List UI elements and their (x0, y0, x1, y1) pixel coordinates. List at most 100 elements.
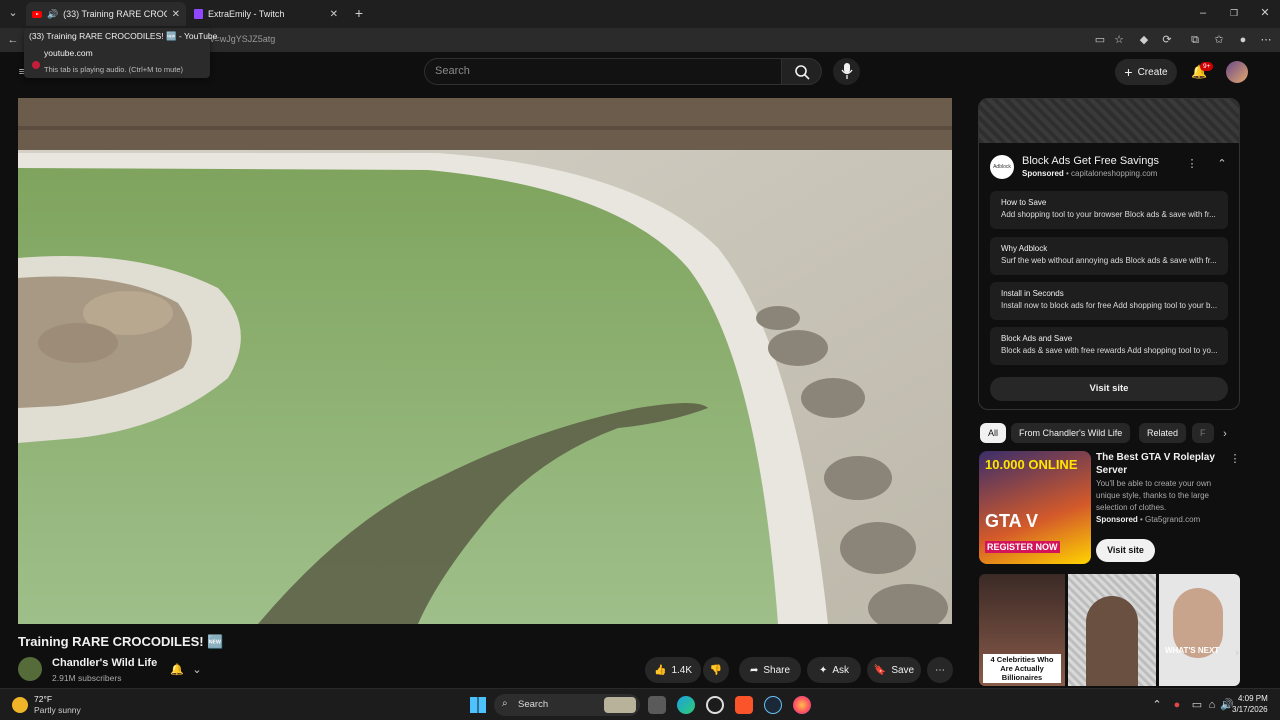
create-button[interactable]: + Create (1115, 59, 1177, 85)
ad-sitelink[interactable]: Block Ads and Save Block ads & save with … (990, 327, 1228, 365)
windows-start-icon[interactable] (470, 697, 486, 713)
taskbar-search[interactable]: ⌕ Search (494, 694, 640, 716)
close-window-icon[interactable]: ✕ (1258, 6, 1272, 20)
person-face-image (1086, 596, 1138, 686)
close-tab-icon[interactable]: ✕ (172, 9, 180, 20)
video-player[interactable] (18, 98, 952, 624)
tab-list-chevron-icon[interactable]: ⌄ (6, 6, 20, 20)
sitelink-desc: Add shopping tool to your browser Block … (1001, 210, 1216, 219)
short-thumbnail[interactable]: WHAT'S NEXT (1159, 574, 1240, 686)
notification-badge: 9+ (1200, 62, 1214, 71)
microphone-icon (841, 63, 853, 79)
chip-more[interactable]: F (1192, 423, 1214, 443)
taskbar-search-label: Search (518, 699, 549, 710)
clock-date[interactable]: 3/17/2026 (1232, 705, 1268, 714)
firefox-icon[interactable] (793, 696, 811, 714)
url-field[interactable]: v=wJgYSJZ5atg (210, 34, 275, 44)
more-actions-button[interactable]: ⋯ (927, 657, 953, 683)
video-title: Training RARE CROCODILES! 🆕 (18, 634, 224, 649)
subscribed-bell-icon[interactable]: 🔔 (170, 663, 184, 677)
more-menu-icon[interactable]: ⋯ (1259, 33, 1273, 47)
rec-sponsor-line: Sponsored • Gta5grand.com (1096, 515, 1200, 524)
display-tray-icon[interactable]: ▭ (1190, 698, 1204, 712)
close-tab-icon[interactable]: ✕ (330, 9, 338, 20)
save-button[interactable]: 🔖 Save (867, 657, 921, 683)
sitelink-heading: How to Save (1001, 198, 1047, 207)
minimize-icon[interactable]: – (1196, 6, 1210, 20)
sitelink-desc: Install now to block ads for free Add sh… (1001, 301, 1218, 310)
chip-from-channel[interactable]: From Chandler's Wild Life (1011, 423, 1131, 443)
user-avatar[interactable] (1226, 61, 1248, 83)
like-button[interactable]: 👍 1.4K (645, 657, 701, 683)
chevron-right-icon[interactable]: › (1218, 427, 1232, 441)
rec-domain: • Gta5grand.com (1140, 515, 1201, 524)
search-input[interactable]: Search (424, 58, 782, 85)
weather-sun-icon[interactable] (12, 697, 28, 713)
shorts-next-chevron-icon[interactable]: › (1230, 646, 1244, 660)
edge-browser-icon[interactable] (677, 696, 695, 714)
collapse-chevron-icon[interactable]: ⌃ (1215, 157, 1229, 171)
ad-sitelink[interactable]: Why Adblock Surf the web without annoying… (990, 237, 1228, 275)
maximize-icon[interactable]: ❐ (1227, 6, 1241, 20)
rec-title[interactable]: The Best GTA V Roleplay Server (1096, 451, 1226, 477)
network-tray-icon[interactable]: ⌂ (1205, 698, 1219, 712)
profile-icon[interactable]: ● (1236, 33, 1250, 47)
puzzle-icon[interactable]: ⧉ (1188, 33, 1202, 47)
sitelink-desc: Block ads & save with free rewards Add s… (1001, 346, 1218, 355)
chip-related[interactable]: Related (1139, 423, 1187, 443)
new-tab-icon[interactable]: + (352, 6, 366, 20)
bookmark-icon: 🔖 (873, 664, 887, 676)
voice-search-button[interactable] (833, 58, 860, 85)
share-button[interactable]: ➦ Share (739, 657, 801, 683)
refresh-extension-icon[interactable]: ⟳ (1160, 33, 1174, 47)
save-label: Save (891, 664, 915, 676)
back-arrow-icon[interactable]: ← (6, 33, 20, 47)
speaker-icon[interactable]: 🔊 (47, 9, 58, 20)
create-label: Create (1137, 66, 1168, 78)
ad-title[interactable]: Block Ads Get Free Savings (1022, 155, 1159, 167)
rec-thumbnail[interactable]: 10.000 ONLINE GTA V REGISTER NOW (979, 451, 1091, 564)
chevron-down-icon[interactable]: ⌄ (190, 663, 204, 677)
short-caption: WHAT'S NEXT (1165, 646, 1220, 655)
tab-twitch[interactable]: ExtraEmily - Twitch ✕ (188, 2, 344, 26)
favorites-icon[interactable]: ✩ (1212, 33, 1226, 47)
search-icon (795, 65, 810, 80)
short-thumbnail[interactable] (1068, 574, 1156, 686)
search-button[interactable] (782, 58, 822, 85)
extension-icon[interactable]: ◆ (1137, 33, 1151, 47)
clock-time[interactable]: 4:09 PM (1238, 694, 1268, 703)
weather-temp[interactable]: 72°F (34, 694, 52, 704)
sitelink-heading: Block Ads and Save (1001, 334, 1073, 343)
app-icon[interactable] (706, 696, 724, 714)
visit-site-button[interactable]: Visit site (990, 377, 1228, 401)
rec-menu-dots-icon[interactable]: ⋮ (1228, 452, 1242, 466)
sitelink-heading: Why Adblock (1001, 244, 1048, 253)
ad-sitelink[interactable]: Install in Seconds Install now to block a… (990, 282, 1228, 320)
sparkle-icon: ✦ (818, 664, 828, 676)
ad-sitelink[interactable]: How to Save Add shopping tool to your bro… (990, 191, 1228, 229)
tab-label: (33) Training RARE CROCODIL (63, 9, 166, 19)
audio-playing-icon (32, 61, 40, 69)
sidebar-ad: Adblock Block Ads Get Free Savings Spons… (978, 98, 1240, 410)
ad-menu-dots-icon[interactable]: ⋮ (1185, 157, 1199, 171)
tab-label: ExtraEmily - Twitch (208, 9, 285, 19)
sponsored-label: Sponsored (1096, 515, 1138, 524)
tray-chevron-up-icon[interactable]: ⌃ (1150, 698, 1164, 712)
windows-taskbar: 72°F Partly sunny ⌕ Search ⌃ ● ▭ ⌂ 🔊 4:0… (0, 688, 1280, 720)
brave-browser-icon[interactable] (735, 696, 753, 714)
chip-all[interactable]: All (980, 423, 1007, 443)
rec-visit-site-button[interactable]: Visit site (1096, 539, 1155, 562)
dislike-button[interactable]: 👎 (703, 657, 729, 683)
favorite-star-icon[interactable]: ☆ (1112, 33, 1126, 47)
short-thumbnail[interactable]: 4 Celebrities Who Are Actually Billionai… (979, 574, 1065, 686)
channel-name[interactable]: Chandler's Wild Life (52, 657, 157, 669)
share-label: Share (763, 664, 791, 676)
steam-icon[interactable] (764, 696, 782, 714)
ask-button[interactable]: ✦ Ask (807, 657, 861, 683)
microphone-tray-icon[interactable]: ● (1170, 698, 1184, 712)
reading-mode-icon[interactable]: ▭ (1093, 33, 1107, 47)
tab-youtube[interactable]: 🔊 (33) Training RARE CROCODIL ✕ (26, 2, 186, 26)
channel-avatar[interactable] (18, 657, 42, 681)
task-view-icon[interactable] (648, 696, 666, 714)
hovercard-title: (33) Training RARE CROCODILES! 🆕 - YouTu… (29, 31, 218, 41)
